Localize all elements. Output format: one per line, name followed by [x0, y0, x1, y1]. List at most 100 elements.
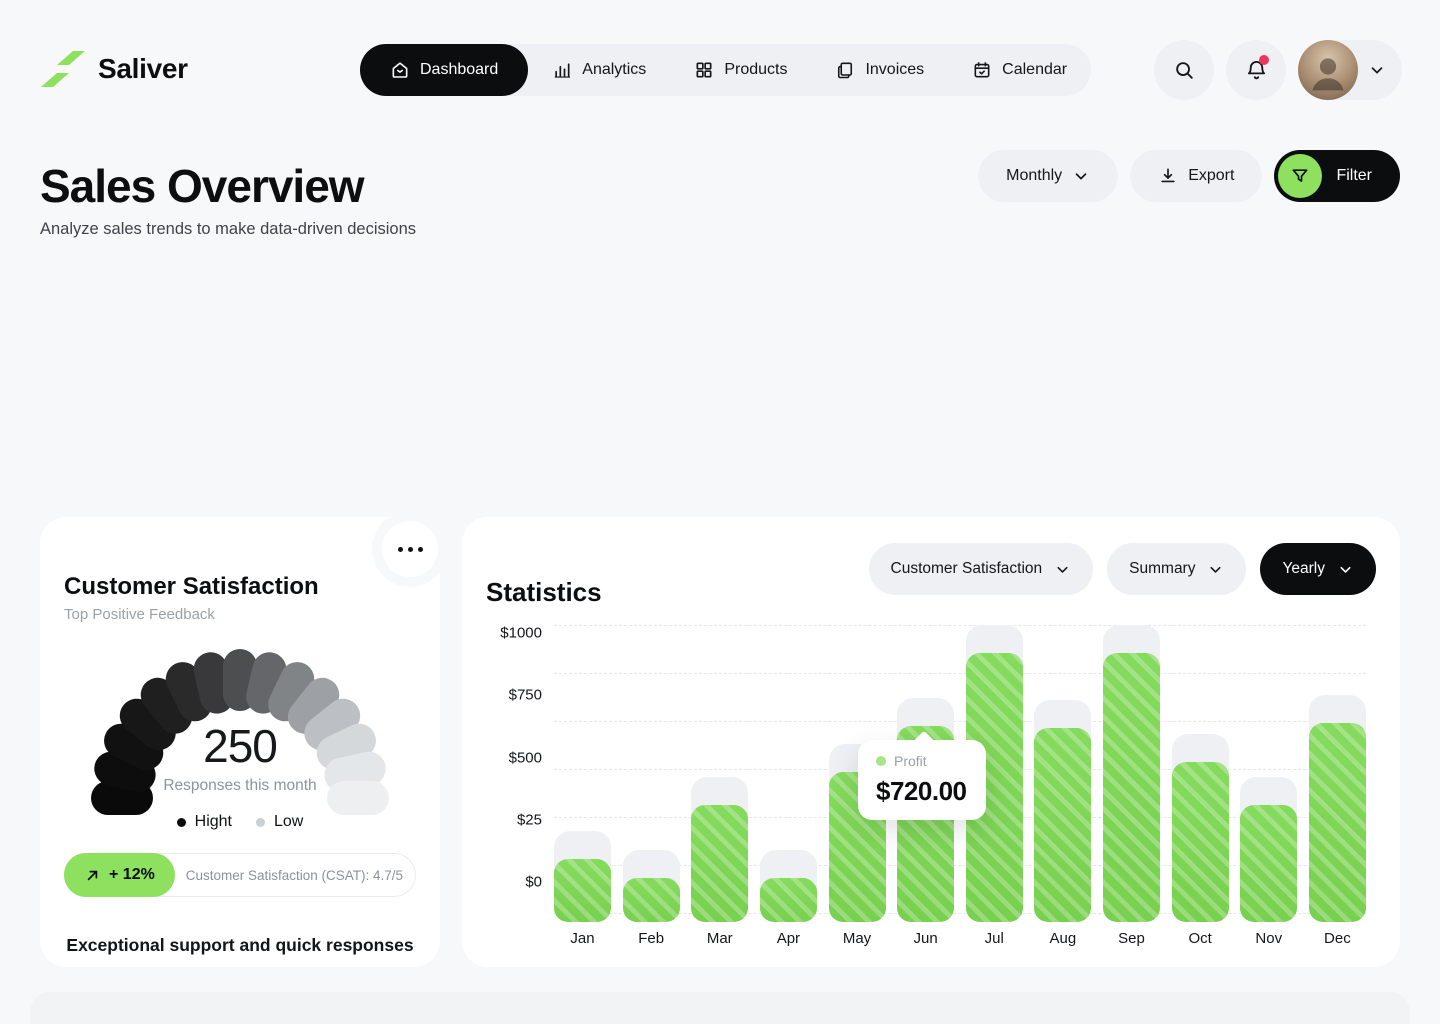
- satisfaction-gauge: 250 Responses this month: [64, 625, 416, 801]
- saliver-logo-icon: [40, 48, 86, 90]
- customer-satisfaction-card: Customer Satisfaction Top Positive Feedb…: [40, 517, 440, 967]
- main-nav: DashboardAnalytics Products Invoices Calend…: [360, 44, 1091, 96]
- home-icon: [390, 60, 410, 80]
- chart-column-mar: Mar: [691, 620, 748, 922]
- chart-column-sep: Sep: [1103, 620, 1160, 922]
- brand-name: Saliver: [98, 53, 188, 85]
- gauge-caption: Responses this month: [64, 777, 416, 795]
- y-axis-tick: $1000: [478, 625, 542, 642]
- tooltip-label: Profit: [894, 753, 927, 769]
- page-subtitle: Analyze sales trends to make data-driven…: [40, 220, 416, 239]
- bar-dec[interactable]: [1309, 723, 1366, 922]
- legend-item-hight: Hight: [177, 813, 232, 831]
- dashboard-screen: Saliver DashboardAnalytics Products Invoic…: [0, 0, 1440, 1024]
- chevron-down-icon: [1072, 167, 1090, 185]
- more-options-button[interactable]: [382, 521, 438, 577]
- grid-icon: [694, 60, 714, 80]
- legend-item-low: Low: [256, 813, 303, 831]
- chart-column-nov: Nov: [1240, 620, 1297, 922]
- page-title: Sales Overview: [40, 159, 364, 213]
- arrow-up-right-icon: [84, 867, 101, 884]
- x-axis-label: Mar: [685, 930, 754, 947]
- stats-filter-yearly[interactable]: Yearly: [1260, 543, 1376, 595]
- person-icon: [1306, 50, 1350, 94]
- chevron-down-icon: [1368, 61, 1386, 79]
- header-controls: Monthly Export Filter: [978, 150, 1400, 202]
- x-axis-label: Aug: [1028, 930, 1097, 947]
- y-axis-tick: $25: [478, 811, 542, 828]
- nav-right-actions: [1154, 40, 1402, 100]
- x-axis-label: Oct: [1166, 930, 1235, 947]
- csat-detail: Customer Satisfaction (CSAT): 4.7/5: [174, 868, 415, 883]
- avatar: [1298, 40, 1358, 100]
- legend-label: Hight: [195, 813, 232, 831]
- nav-item-label: Products: [724, 61, 787, 79]
- x-axis-label: Sep: [1097, 930, 1166, 947]
- filter-pill-label: Customer Satisfaction: [891, 560, 1043, 578]
- x-axis-label: Jul: [960, 930, 1029, 947]
- bar-aug[interactable]: [1034, 728, 1091, 922]
- document-icon: [835, 60, 855, 80]
- csat-summary-pill: + 12% Customer Satisfaction (CSAT): 4.7/…: [64, 853, 416, 897]
- chart-plot: JanFebMarAprMayJunJulAugSepOctNovDec Pro…: [554, 620, 1366, 922]
- statistics-card: Statistics Customer SatisfactionSummaryY…: [462, 517, 1400, 967]
- x-axis-label: Dec: [1303, 930, 1372, 947]
- filter-button[interactable]: Filter: [1274, 150, 1400, 202]
- stats-filter-customer-satisfaction[interactable]: Customer Satisfaction: [869, 543, 1094, 595]
- brand-logo: Saliver: [40, 48, 188, 90]
- x-axis-label: May: [823, 930, 892, 947]
- search-button[interactable]: [1154, 40, 1214, 100]
- notification-dot: [1259, 55, 1269, 65]
- search-icon: [1173, 59, 1195, 81]
- y-axis-tick: $500: [478, 749, 542, 766]
- nav-item-invoices[interactable]: Invoices: [811, 44, 948, 96]
- nav-item-products[interactable]: Products: [670, 44, 811, 96]
- nav-item-dashboard[interactable]: Dashboard: [360, 44, 528, 96]
- card-title: Customer Satisfaction: [64, 573, 319, 601]
- x-axis-label: Apr: [754, 930, 823, 947]
- x-axis-label: Jan: [548, 930, 617, 947]
- stats-filter-summary[interactable]: Summary: [1107, 543, 1246, 595]
- x-axis-label: Nov: [1234, 930, 1303, 947]
- nav-item-analytics[interactable]: Analytics: [528, 44, 670, 96]
- notifications-button[interactable]: [1226, 40, 1286, 100]
- bar-sep[interactable]: [1103, 653, 1160, 922]
- export-label: Export: [1188, 167, 1234, 185]
- x-axis-label: Feb: [617, 930, 686, 947]
- trend-value: + 12%: [109, 866, 155, 884]
- calendar-icon: [972, 60, 992, 80]
- bar-nov[interactable]: [1240, 805, 1297, 922]
- bar-jan[interactable]: [554, 859, 611, 922]
- filter-pill-label: Summary: [1129, 560, 1195, 578]
- export-button[interactable]: Export: [1130, 150, 1262, 202]
- tooltip-header: Profit: [876, 753, 986, 769]
- filter-pill-label: Yearly: [1282, 560, 1325, 578]
- stats-filters: Customer Satisfaction Summary Yearly: [869, 543, 1376, 595]
- bar-mar[interactable]: [691, 805, 748, 922]
- tooltip-value: $720.00: [876, 776, 986, 807]
- chevron-down-icon: [1054, 561, 1071, 578]
- chart-column-dec: Dec: [1309, 620, 1366, 922]
- nav-item-calendar[interactable]: Calendar: [948, 44, 1091, 96]
- card-subtitle: Top Positive Feedback: [64, 606, 215, 623]
- download-icon: [1158, 166, 1178, 186]
- chevron-down-icon: [1337, 561, 1354, 578]
- chart-column-jan: Jan: [554, 620, 611, 922]
- y-axis-tick: $0: [478, 874, 542, 891]
- nav-item-label: Calendar: [1002, 61, 1067, 79]
- legend-dot-icon: [256, 818, 265, 827]
- x-axis-label: Jun: [891, 930, 960, 947]
- gauge-value: 250: [64, 719, 416, 773]
- bar-apr[interactable]: [760, 878, 817, 922]
- period-select[interactable]: Monthly: [978, 150, 1118, 202]
- y-axis: $1000 $750 $500 $25 $0: [478, 620, 542, 922]
- funnel-icon: [1278, 154, 1322, 198]
- bar-oct[interactable]: [1172, 762, 1229, 922]
- ellipsis-icon: [398, 547, 423, 552]
- y-axis-tick: $750: [478, 687, 542, 704]
- legend-dot-icon: [177, 818, 186, 827]
- bar-feb[interactable]: [623, 878, 680, 922]
- bar-chart-icon: [552, 60, 572, 80]
- user-menu[interactable]: [1298, 40, 1402, 100]
- filter-label: Filter: [1336, 167, 1372, 185]
